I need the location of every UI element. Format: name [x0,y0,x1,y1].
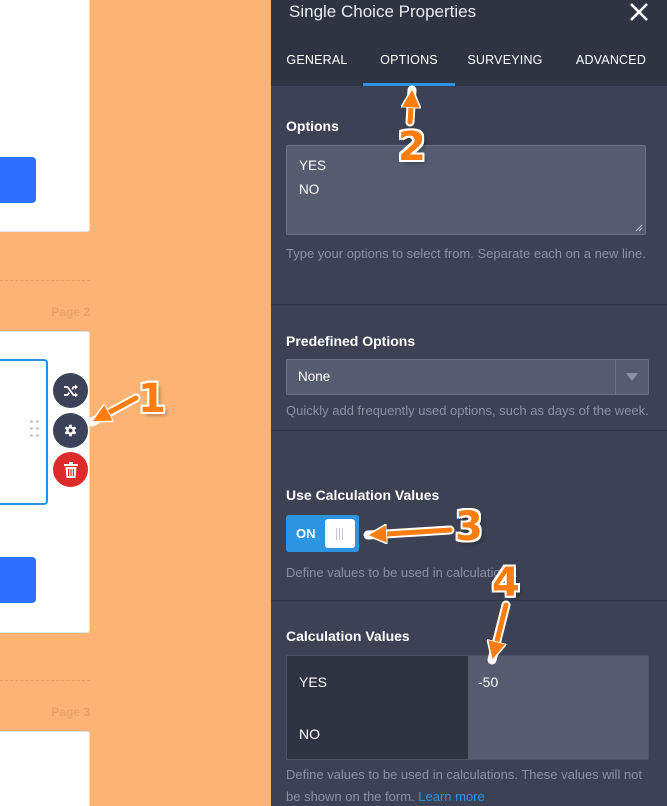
annotation-number: 3 [455,504,483,550]
annotation-number: 1 [138,376,166,422]
annotation-number: 2 [398,124,426,170]
annotation-number: 4 [492,560,520,606]
annotation-arrows [87,85,511,665]
